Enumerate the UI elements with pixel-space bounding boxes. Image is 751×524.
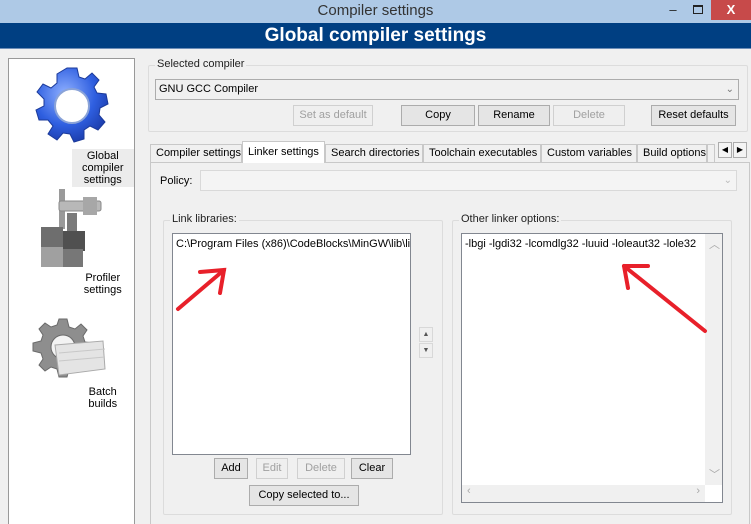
nav-item-global-compiler-settings[interactable]: Global compiler settings [9,65,134,187]
delete-library-button[interactable]: Delete [297,458,345,479]
tab-scroll-left-button[interactable]: ◀ [718,142,732,158]
close-button[interactable]: X [711,0,751,20]
other-linker-options-textarea[interactable]: -lbgi -lgdi32 -lcomdlg32 -luuid -loleaut… [461,233,723,503]
caliper-blocks-icon [40,189,101,267]
set-as-default-button[interactable]: Set as default [293,105,373,126]
chevron-down-icon: ⌄ [725,84,734,95]
policy-select[interactable]: ⌄ [200,170,737,191]
nav-item-label: Batch builds [88,386,118,410]
horizontal-scrollbar[interactable]: ‹ › [462,485,705,502]
tab-search-directories[interactable]: Search directories [325,144,423,163]
compiler-select-value: GNU GCC Compiler [159,83,259,95]
tab-custom-variables[interactable]: Custom variables [541,144,637,163]
nav-item-label: Global compiler settings [71,149,134,187]
blue-gear-icon [34,67,109,143]
page-banner: Global compiler settings [0,23,751,49]
tab-overflow[interactable] [707,144,715,163]
copy-button[interactable]: Copy [401,105,475,126]
scroll-left-arrow[interactable]: ‹ [467,485,471,497]
tab-toolchain-executables[interactable]: Toolchain executables [423,144,541,163]
scroll-up-arrow[interactable]: ︿ [709,236,720,252]
tab-linker-settings[interactable]: Linker settings [242,141,325,163]
delete-compiler-button[interactable]: Delete [553,105,625,126]
window-title: Compiler settings [317,2,434,19]
nav-item-batch-builds[interactable]: Batch builds [9,317,134,410]
reset-defaults-button[interactable]: Reset defaults [651,105,736,126]
minimize-button[interactable]: – [660,0,686,20]
copy-selected-to-button[interactable]: Copy selected to... [249,485,359,506]
tab-scroll-right-button[interactable]: ▶ [733,142,747,158]
settings-nav-list[interactable]: Global compiler settings Profiler settin… [8,58,135,524]
move-down-button[interactable]: ▼ [419,343,433,358]
maximize-icon [693,5,703,14]
chevron-down-icon: ⌄ [723,175,732,186]
vertical-scrollbar[interactable]: ︿ ﹀ [705,234,722,485]
nav-item-profiler-settings[interactable]: Profiler settings [9,187,134,296]
policy-label: Policy: [160,175,193,187]
list-item[interactable]: C:\Program Files (x86)\CodeBlocks\MinGW\… [176,238,410,250]
scroll-down-arrow[interactable]: ﹀ [709,466,720,482]
link-libraries-legend: Link libraries: [170,213,239,225]
other-linker-options-value: -lbgi -lgdi32 -lcomdlg32 -luuid -loleaut… [465,238,697,250]
add-library-button[interactable]: Add [214,458,248,479]
move-up-button[interactable]: ▲ [419,327,433,342]
tab-compiler-settings[interactable]: Compiler settings [150,144,242,163]
scroll-right-arrow[interactable]: › [696,485,700,497]
title-bar: Compiler settings – X [0,0,751,23]
gear-stack-icon [32,318,106,378]
selected-compiler-legend: Selected compiler [155,58,247,70]
compiler-select[interactable]: GNU GCC Compiler ⌄ [155,79,739,100]
clear-libraries-button[interactable]: Clear [351,458,393,479]
edit-library-button[interactable]: Edit [256,458,288,479]
nav-item-label: Profiler settings [83,272,122,296]
rename-button[interactable]: Rename [478,105,550,126]
other-linker-options-legend: Other linker options: [459,213,562,225]
link-libraries-list[interactable]: C:\Program Files (x86)\CodeBlocks\MinGW\… [172,233,411,455]
maximize-button[interactable] [685,0,711,20]
tab-build-options[interactable]: Build options [637,144,707,163]
